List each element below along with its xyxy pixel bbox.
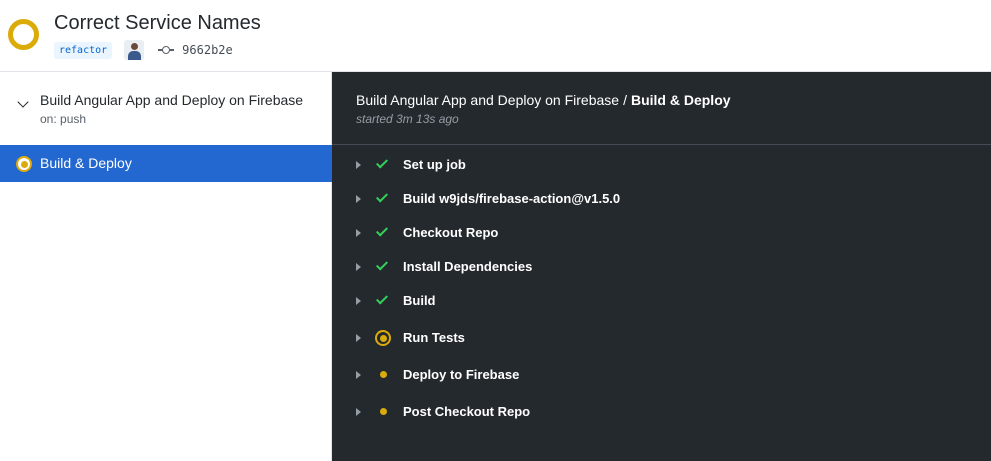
step-label: Build w9jds/firebase-action@v1.5.0 xyxy=(403,191,621,206)
caret-right-icon[interactable] xyxy=(356,229,361,237)
queued-dot-icon xyxy=(380,408,387,415)
caret-right-icon[interactable] xyxy=(356,263,361,271)
step-label: Build xyxy=(403,293,436,308)
run-header: Correct Service Names refactor 9662b2e xyxy=(0,0,991,72)
caret-right-icon[interactable] xyxy=(356,408,361,416)
in-progress-status-icon xyxy=(16,156,32,172)
avatar-head xyxy=(131,43,139,50)
check-icon xyxy=(375,292,389,305)
breadcrumb-separator: / xyxy=(623,92,627,108)
step-label: Deploy to Firebase xyxy=(403,367,520,382)
step-post-checkout-repo[interactable]: Post Checkout Repo xyxy=(332,400,991,424)
caret-right-icon[interactable] xyxy=(356,297,361,305)
started-time: started 3m 13s ago xyxy=(356,112,459,126)
in-progress-status-icon xyxy=(8,19,39,50)
step-build[interactable]: Build xyxy=(332,289,991,313)
queued-dot-icon xyxy=(380,371,387,378)
step-checkout-repo[interactable]: Checkout Repo xyxy=(332,221,991,245)
avatar-body xyxy=(128,51,142,60)
workflow-group[interactable]: Build Angular App and Deploy on Firebase… xyxy=(0,72,332,145)
avatar[interactable] xyxy=(124,40,145,60)
chevron-down-icon[interactable] xyxy=(17,96,29,108)
branch-label[interactable]: refactor xyxy=(54,41,113,59)
workflow-sidebar: Build Angular App and Deploy on Firebase… xyxy=(0,72,332,461)
step-label: Set up job xyxy=(403,157,466,172)
sidebar-item-build-deploy[interactable]: Build & Deploy xyxy=(0,145,332,182)
breadcrumb-job: Build & Deploy xyxy=(630,92,731,108)
step-label: Checkout Repo xyxy=(403,225,499,240)
step-set-up-job[interactable]: Set up job xyxy=(332,153,991,177)
workflow-name: Build Angular App and Deploy on Firebase xyxy=(40,92,304,108)
caret-right-icon[interactable] xyxy=(356,195,361,203)
step-label: Run Tests xyxy=(403,330,465,345)
step-label: Post Checkout Repo xyxy=(403,404,531,419)
job-log-panel: Build Angular App and Deploy on Firebase… xyxy=(332,72,991,461)
step-label: Install Dependencies xyxy=(403,259,533,274)
sidebar-item-label: Build & Deploy xyxy=(40,155,132,171)
breadcrumb: Build Angular App and Deploy on Firebase… xyxy=(356,92,731,108)
check-icon xyxy=(375,258,389,271)
run-title: Correct Service Names xyxy=(54,12,261,34)
workflow-trigger: on: push xyxy=(40,112,87,126)
caret-right-icon[interactable] xyxy=(356,161,361,169)
run-meta: refactor 9662b2e xyxy=(54,39,233,61)
commit-icon xyxy=(158,45,175,55)
check-icon xyxy=(375,190,389,203)
step-build-firebase-action[interactable]: Build w9jds/firebase-action@v1.5.0 xyxy=(332,187,991,211)
commit-icon-dot xyxy=(162,46,171,54)
breadcrumb-workflow: Build Angular App and Deploy on Firebase xyxy=(356,92,620,108)
step-install-dependencies[interactable]: Install Dependencies xyxy=(332,255,991,279)
commit-sha-link[interactable]: 9662b2e xyxy=(182,43,233,57)
check-icon xyxy=(375,224,389,237)
step-deploy-to-firebase[interactable]: Deploy to Firebase xyxy=(332,363,991,387)
caret-right-icon[interactable] xyxy=(356,371,361,379)
step-run-tests[interactable]: Run Tests xyxy=(332,326,991,350)
check-icon xyxy=(375,156,389,169)
in-progress-status-icon xyxy=(375,330,391,346)
caret-right-icon[interactable] xyxy=(356,334,361,342)
job-log-header: Build Angular App and Deploy on Firebase… xyxy=(332,72,991,145)
